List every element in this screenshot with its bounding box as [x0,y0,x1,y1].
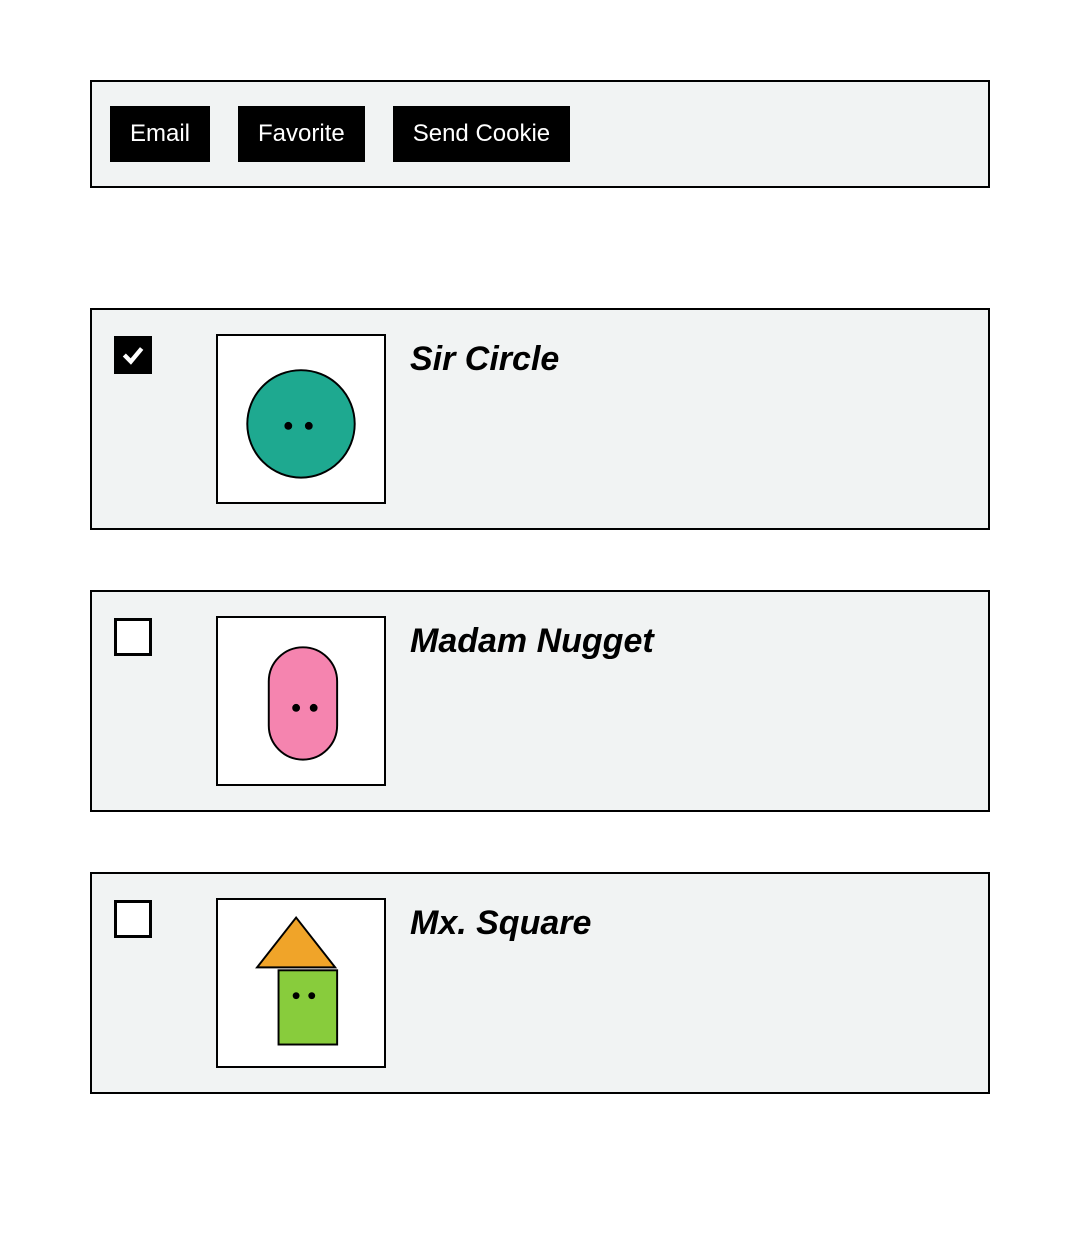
square-avatar-icon [218,898,384,1068]
select-checkbox[interactable] [114,618,152,656]
item-name: Mx. Square [410,904,591,943]
avatar [216,898,386,1068]
action-toolbar: Email Favorite Send Cookie [90,80,990,188]
list-item: Mx. Square [90,872,990,1094]
select-checkbox[interactable] [114,336,152,374]
email-button[interactable]: Email [110,106,210,162]
send-cookie-button[interactable]: Send Cookie [393,106,570,162]
circle-avatar-icon [218,334,384,504]
avatar [216,334,386,504]
check-icon [120,342,146,368]
item-name: Madam Nugget [410,622,654,661]
nugget-avatar-icon [218,616,384,786]
list-item: Madam Nugget [90,590,990,812]
avatar [216,616,386,786]
item-name: Sir Circle [410,340,559,379]
favorite-button[interactable]: Favorite [238,106,365,162]
list-item: Sir Circle [90,308,990,530]
item-list: Sir Circle Madam Nugget [90,308,990,1094]
select-checkbox[interactable] [114,900,152,938]
